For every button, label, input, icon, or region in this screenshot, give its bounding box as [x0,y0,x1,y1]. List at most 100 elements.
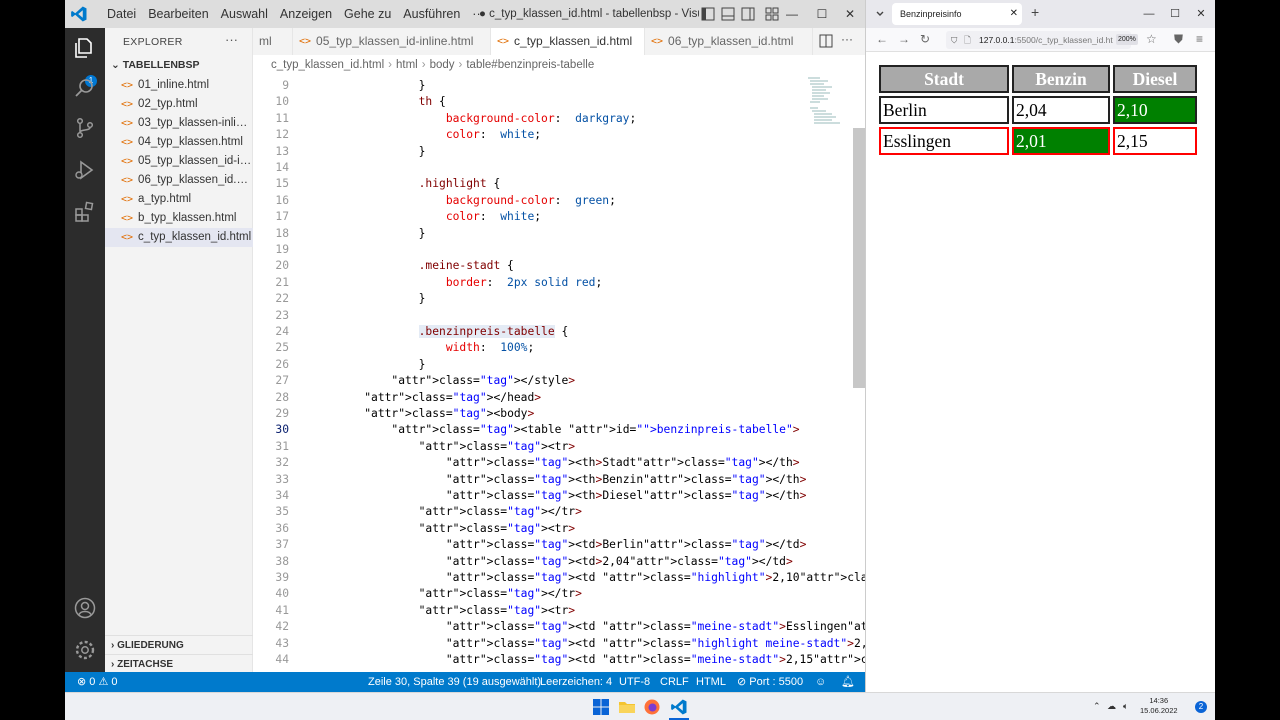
toggle-sidebar-icon[interactable] [701,7,715,21]
file-item[interactable]: <> 03_typ_klassen-inline.... [105,114,253,133]
explorer-more-icon[interactable]: ··· [225,32,238,47]
code-line[interactable]: 20 .meine-stadt { [253,258,793,274]
workspace-folder[interactable]: ⌄ TABELLENBSP [111,59,200,71]
toggle-panel-icon[interactable] [721,7,735,21]
code-line[interactable]: 16 background-color: green; [253,193,793,209]
code-line[interactable]: 25 width: 100%; [253,340,793,356]
minimap[interactable] [806,76,846,136]
pocket-icon[interactable]: ⛊ [1174,32,1183,47]
code-line[interactable]: 42 "attr">class="tag"><td "attr">class="… [253,619,865,635]
back-icon[interactable]: ← [876,32,888,46]
breadcrumb-item[interactable]: html [396,55,418,76]
cloud-icon[interactable]: ☁ [1107,701,1116,712]
code-line[interactable]: 13 } [253,144,793,160]
file-item[interactable]: <> 04_typ_klassen.html [105,133,253,152]
browser-close-icon[interactable]: ✕ [1188,0,1214,28]
vertical-scrollbar[interactable] [853,128,865,388]
browser-maximize-icon[interactable]: ☐ [1162,0,1188,28]
code-line[interactable]: 15 .highlight { [253,176,793,192]
menu-item[interactable]: Anzeigen [274,0,338,28]
file-item[interactable]: <> c_typ_klassen_id.html [105,228,253,247]
code-line[interactable]: 19 [253,242,793,258]
editor-tab[interactable]: <> 05_typ_klassen_id-inline.html [293,28,491,55]
file-item[interactable]: <> b_typ_klassen.html [105,209,253,228]
firefox-icon[interactable] [643,698,661,716]
zoom-level[interactable]: 200% [1116,34,1138,45]
menu-item[interactable]: Ausführen [397,0,466,28]
editor-more-icon[interactable]: ··· [841,32,853,46]
tab-list-icon[interactable] [874,8,886,20]
extensions-icon[interactable] [73,200,97,224]
new-tab-icon[interactable]: + [1031,4,1039,20]
menu-item[interactable]: Datei [101,0,142,28]
reload-icon[interactable]: ↻ [920,32,930,46]
eol-indicator[interactable]: CRLF [660,672,689,692]
forward-icon[interactable]: → [898,32,910,46]
code-line[interactable]: 9 } [253,78,793,94]
breadcrumb-item[interactable]: body [430,55,455,76]
code-editor[interactable]: 9 } 10 th {11 background-color: darkgray;… [253,76,865,672]
indentation-indicator[interactable]: Leerzeichen: 4 [540,672,612,692]
code-line[interactable]: 17 color: white; [253,209,793,225]
menu-item[interactable]: Auswahl [215,0,274,28]
code-line[interactable]: 32 "attr">class="tag"><th>Stadt"attr">cl… [253,455,799,471]
browser-tab[interactable]: Benzinpreisinfo ✕ [892,3,1022,25]
code-line[interactable]: 40 "attr">class="tag"></tr> [253,586,793,602]
code-line[interactable]: 37 "attr">class="tag"><td>Berlin"attr">c… [253,537,806,553]
code-line[interactable]: 26 } [253,357,793,373]
split-editor-icon[interactable] [819,34,833,48]
code-line[interactable]: 21 border: 2px solid red; [253,275,793,291]
code-line[interactable]: 38 "attr">class="tag"><td>2,04"attr">cla… [253,554,793,570]
vscode-taskbar-icon[interactable] [670,698,688,716]
maximize-icon[interactable]: ☐ [807,0,837,28]
code-line[interactable]: 14 [253,160,793,176]
breadcrumb-item[interactable]: c_typ_klassen_id.html [271,55,384,76]
file-item[interactable]: <> 01_inline.html [105,76,253,95]
search-icon[interactable] [73,76,97,100]
code-line[interactable]: 43 "attr">class="tag"><td "attr">class="… [253,636,865,652]
close-icon[interactable]: ✕ [835,0,865,28]
code-line[interactable]: 24 .benzinpreis-tabelle { [253,324,793,340]
live-server-port[interactable]: ⊘ Port : 5500 [737,672,803,692]
file-item[interactable]: <> 06_typ_klassen_id.html [105,171,253,190]
code-line[interactable]: 36 "attr">class="tag"><tr> [253,521,793,537]
breadcrumb-item[interactable]: table#benzinpreis-tabelle [466,55,594,76]
code-line[interactable]: 28 "attr">class="tag"></head> [253,390,793,406]
account-icon[interactable] [73,596,97,620]
toggle-secondary-sidebar-icon[interactable] [741,7,755,21]
code-line[interactable]: 10 th { [253,94,793,110]
code-line[interactable]: 12 color: white; [253,127,793,143]
settings-gear-icon[interactable] [73,638,97,662]
code-line[interactable]: 35 "attr">class="tag"></tr> [253,504,793,520]
volume-icon[interactable]: 🔈︎ [1123,701,1128,712]
editor-tab[interactable]: <>c_typ_klassen_id.html● [491,28,645,55]
editor-tab[interactable]: ml [253,28,293,55]
code-line[interactable]: 27 "attr">class="tag"></style> [253,373,793,389]
code-line[interactable]: 44 "attr">class="tag"><td "attr">class="… [253,652,865,668]
outline-section[interactable]: › GLIEDERUNG [105,635,253,654]
code-line[interactable]: 29 "attr">class="tag"><body> [253,406,793,422]
notifications-bell-icon[interactable]: 🔔︎ [841,672,855,692]
menu-item[interactable]: Gehe zu [338,0,397,28]
menu-item[interactable]: Bearbeiten [142,0,214,28]
code-line[interactable]: 39 "attr">class="tag"><td "attr">class="… [253,570,865,586]
code-line[interactable]: 30 "attr">class="tag"><table "attr">id="… [253,422,799,438]
explorer-icon[interactable] [73,36,97,60]
editor-tab[interactable]: <> 06_typ_klassen_id.html [645,28,813,55]
file-item[interactable]: <> a_typ.html [105,190,253,209]
timeline-section[interactable]: › ZEITACHSE [105,654,253,673]
code-line[interactable]: 22 } [253,291,793,307]
clock[interactable]: 14:36 15.06.2022 [1140,696,1178,716]
minimize-icon[interactable]: — [777,0,807,28]
notification-badge[interactable]: 2 [1195,701,1207,713]
code-line[interactable]: 41 "attr">class="tag"><tr> [253,603,793,619]
tab-close-icon[interactable]: ✕ [1010,3,1018,25]
problems-indicator[interactable]: ⊗ 0 ⚠ 0 [77,672,117,692]
bookmark-star-icon[interactable]: ☆ [1146,32,1157,46]
code-line[interactable]: 34 "attr">class="tag"><th>Diesel"attr">c… [253,488,806,504]
file-item[interactable]: <> 02_typ.html [105,95,253,114]
file-explorer-icon[interactable] [618,698,636,716]
code-line[interactable]: 18 } [253,226,793,242]
file-item[interactable]: <> 05_typ_klassen_id-inli... [105,152,253,171]
menu-hamburger-icon[interactable]: ≡ [1196,32,1203,46]
